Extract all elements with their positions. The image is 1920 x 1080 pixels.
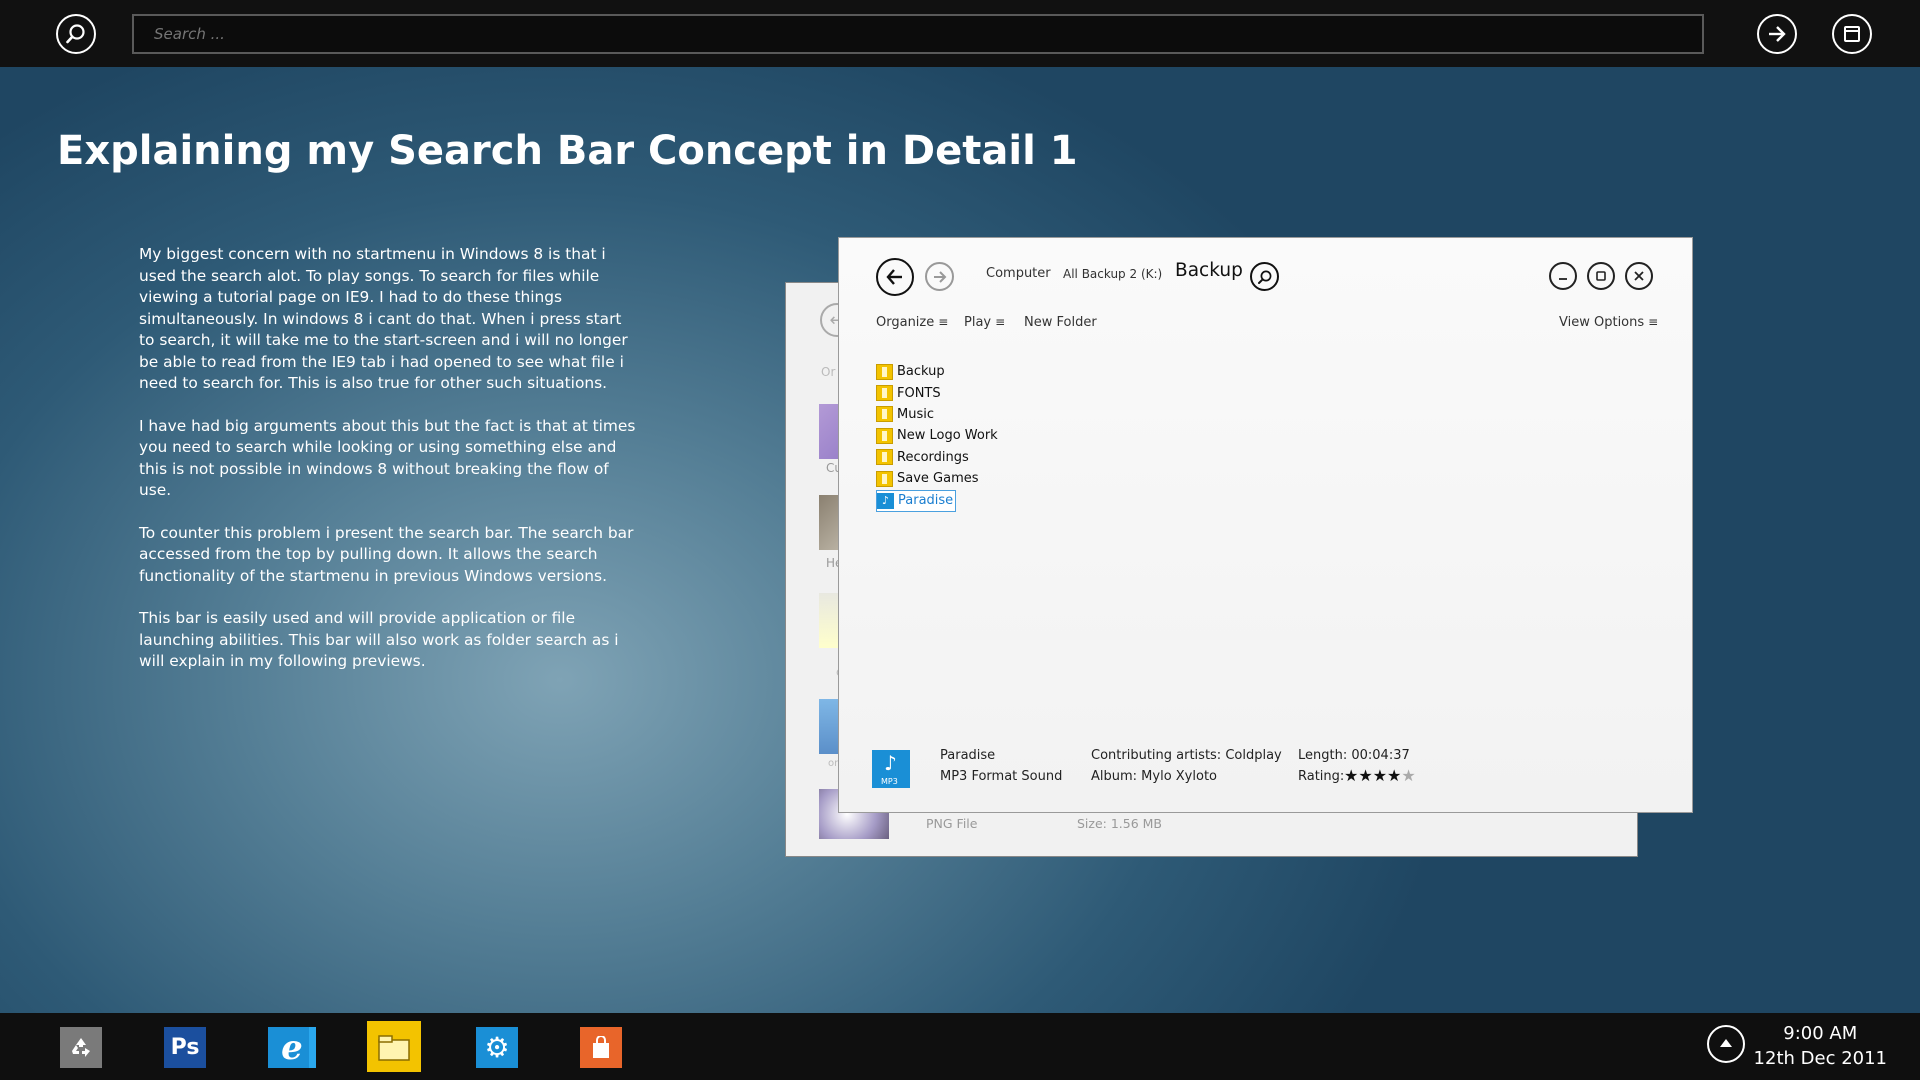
internet-explorer-icon[interactable]: e [268,1027,316,1068]
list-item[interactable]: New Logo Work [876,425,1000,446]
clock-time: 9:00 AM [1783,1023,1858,1044]
new-folder-label: New Folder [1024,315,1097,330]
article-paragraph: My biggest concern with no startmenu in … [139,245,628,392]
file-name: Backup [897,364,945,380]
list-item[interactable]: FONTS [876,382,1000,403]
organize-label: Organize [876,315,935,330]
search-input[interactable] [132,14,1704,54]
photoshop-label: Ps [170,1035,200,1060]
organize-menu[interactable]: Organize ≡ [876,315,948,330]
settings-icon[interactable]: ⚙ [476,1027,518,1068]
file-name: Paradise [898,493,954,509]
menu-lines-icon: ≡ [995,315,1006,329]
folder-icon [876,385,893,402]
folder-icon [876,449,893,466]
file-size: Size: 1.56 MB [1077,816,1163,831]
detail-name: Paradise [940,748,996,763]
system-clock[interactable]: 9:00 AM 12th Dec 2011 [1754,1021,1887,1071]
star-icon[interactable]: ★ [1358,766,1372,785]
file-name: Save Games [897,471,979,487]
file-name: FONTS [897,385,941,401]
clock-date: 12th Dec 2011 [1753,1048,1887,1069]
detail-album: Album: Mylo Xyloto [1091,769,1217,784]
explorer-window[interactable]: Computer All Backup 2 (K:) Backup Organi… [838,237,1693,813]
eject-up-icon[interactable] [1707,1025,1745,1063]
folder-icon [876,427,893,444]
article-paragraph: I have had big arguments about this but … [139,416,636,500]
page-title: Explaining my Search Bar Concept in Deta… [57,128,1078,174]
rating-stars[interactable]: ★★★★★ [1344,766,1416,785]
partial-label: or [828,758,839,769]
menu-lines-icon: ≡ [938,315,949,329]
maximize-icon[interactable] [1587,262,1615,290]
folder-icon [876,363,893,380]
detail-rating-label: Rating: [1298,769,1345,784]
star-icon[interactable]: ★ [1373,766,1387,785]
article-body: My biggest concern with no startmenu in … [139,244,639,694]
partial-label: Or [821,365,836,379]
star-icon[interactable]: ★ [1387,766,1401,785]
detail-artists: Contributing artists: Coldplay [1091,748,1282,763]
folder-icon [876,406,893,423]
music-note-icon: ♪ [877,492,894,509]
file-name: Recordings [897,449,969,465]
photoshop-icon[interactable]: Ps [164,1027,206,1068]
article-paragraph: To counter this problem i present the se… [139,523,634,585]
list-item[interactable]: Backup [876,361,1000,382]
new-folder-button[interactable]: New Folder [1024,315,1097,330]
folder-icon [876,470,893,487]
minimize-icon[interactable] [1549,262,1577,290]
mp3-badge-label: MP3 [881,777,898,786]
file-name: New Logo Work [897,428,998,444]
file-type: PNG File [926,816,978,831]
list-item[interactable]: Music [876,404,1000,425]
article-paragraph: This bar is easily used and will provide… [139,609,619,670]
view-options-label: View Options [1559,315,1645,330]
list-item-selected[interactable]: ♪ Paradise [876,490,957,512]
recycle-bin-icon[interactable] [60,1027,102,1068]
view-options-menu[interactable]: View Options ≡ [1559,315,1658,330]
taskbar: Ps e ⚙ 9:00 AM 12th Dec 2011 [0,1013,1920,1080]
arrow-right-icon[interactable] [1757,14,1797,54]
forward-arrow-icon[interactable] [925,262,954,291]
star-icon[interactable]: ★ [1401,766,1415,785]
close-icon[interactable] [1625,262,1653,290]
breadcrumb-drive[interactable]: All Backup 2 (K:) [1063,267,1162,281]
detail-format: MP3 Format Sound [940,769,1063,784]
search-icon[interactable] [1250,262,1279,291]
breadcrumb-computer[interactable]: Computer [986,266,1051,281]
list-item[interactable]: Recordings [876,447,1000,468]
menu-lines-icon: ≡ [1648,315,1659,329]
file-list: Backup FONTS Music New Logo Work Recordi… [876,361,1000,512]
list-item[interactable]: Save Games [876,468,1000,489]
play-menu[interactable]: Play ≡ [964,315,1005,330]
search-icon[interactable] [56,14,96,54]
breadcrumb-current-folder[interactable]: Backup [1175,260,1243,281]
window-icon[interactable] [1832,14,1872,54]
back-arrow-icon[interactable] [876,258,914,296]
top-search-bar [0,0,1920,67]
music-note-icon: ♪ [884,751,897,775]
play-label: Play [964,315,992,330]
store-icon[interactable] [580,1027,622,1068]
detail-length: Length: 00:04:37 [1298,748,1410,763]
star-icon[interactable]: ★ [1344,766,1358,785]
ie-glyph: e [281,1027,303,1068]
mp3-file-icon: ♪ MP3 [872,750,910,788]
file-explorer-icon[interactable] [367,1021,421,1072]
file-name: Music [897,406,934,422]
